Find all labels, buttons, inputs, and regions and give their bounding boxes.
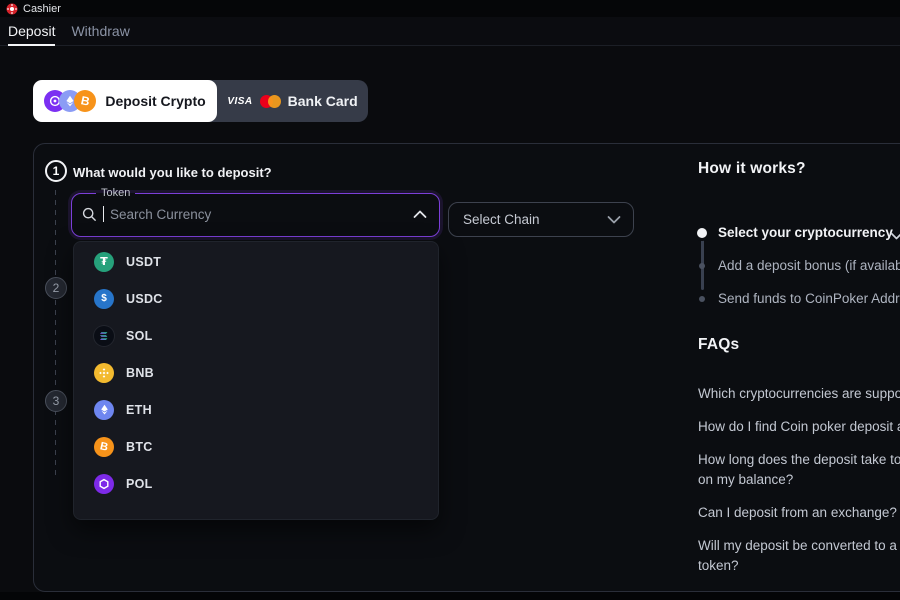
search-icon	[82, 207, 97, 222]
token-option[interactable]: B BTC	[74, 428, 438, 465]
chevron-down-icon	[890, 228, 900, 246]
bitcoin-icon: B	[94, 437, 114, 457]
step-1-indicator: 1	[45, 160, 67, 182]
token-symbol: SOL	[126, 329, 153, 343]
token-search-input[interactable]	[110, 207, 405, 222]
token-option[interactable]: ₮ USDT	[74, 243, 438, 280]
tether-icon: ₮	[94, 252, 114, 272]
how-it-works-step-label: Add a deposit bonus (if available)	[718, 258, 900, 273]
token-symbol: POL	[126, 477, 153, 491]
token-search-field[interactable]: Token	[71, 187, 440, 237]
window-titlebar: Cashier	[0, 0, 900, 17]
faq-question[interactable]: Which cryptocurrencies are supported?	[698, 384, 900, 404]
step-1-number: 1	[53, 164, 60, 178]
how-it-works-step-label: Send funds to CoinPoker Address	[718, 291, 900, 306]
deposit-crypto-button[interactable]: B Deposit Crypto	[33, 80, 217, 122]
how-it-works-step[interactable]: Send funds to CoinPoker Address	[698, 282, 900, 315]
tab-deposit-label: Deposit	[8, 23, 55, 39]
how-it-works-step[interactable]: Select your cryptocurrency	[698, 216, 900, 249]
token-option[interactable]: ETH	[74, 391, 438, 428]
how-it-works-step-label: Select your cryptocurrency	[718, 225, 893, 240]
faq-question-line: How long does the deposit take to show	[698, 450, 900, 470]
active-tab-underline	[8, 44, 55, 46]
token-symbol: BTC	[126, 440, 153, 454]
bnb-icon	[94, 363, 114, 383]
step-2-number: 2	[53, 281, 60, 295]
faq-question-line: Can I deposit from an exchange?	[698, 503, 900, 523]
faq-question-line: How do I find Coin poker deposit address…	[698, 417, 900, 437]
deposit-method-toggle: B Deposit Crypto VISA Bank Card	[33, 80, 368, 122]
token-option[interactable]: POL	[74, 465, 438, 502]
faq-question[interactable]: How long does the deposit take to showon…	[698, 450, 900, 490]
bitcoin-coin-icon: B	[74, 90, 96, 112]
step-3-number: 3	[53, 394, 60, 408]
chain-select-label: Select Chain	[463, 212, 540, 227]
bottom-strip	[0, 592, 900, 600]
step-3-indicator: 3	[45, 390, 67, 412]
token-dropdown-list: ₮ USDT $ USDC SOL BNB ETH B BTC POL	[73, 241, 439, 520]
faq-question-line: Which cryptocurrencies are supported?	[698, 384, 900, 404]
text-cursor	[103, 206, 104, 222]
timeline-dot	[699, 296, 705, 302]
token-option[interactable]: $ USDC	[74, 280, 438, 317]
token-symbol: USDT	[126, 255, 161, 269]
tab-withdraw-label: Withdraw	[71, 23, 129, 39]
faq-question-line: token?	[698, 556, 900, 576]
faq-question[interactable]: How do I find Coin poker deposit address…	[698, 417, 900, 437]
chain-select[interactable]: Select Chain	[448, 202, 634, 237]
faq-question[interactable]: Can I deposit from an exchange?	[698, 503, 900, 523]
timeline-dot	[699, 263, 705, 269]
how-it-works-title: How it works?	[698, 160, 900, 178]
visa-logo-icon: VISA	[227, 96, 252, 107]
crypto-coins-icon: B	[44, 90, 96, 112]
tab-bar: Deposit Withdraw	[0, 17, 900, 46]
coinpoker-logo-icon	[6, 3, 18, 15]
faqs-title: FAQs	[698, 336, 900, 354]
how-it-works-section: How it works? Select your cryptocurrency…	[698, 160, 900, 315]
window-title: Cashier	[23, 3, 61, 15]
chevron-up-icon	[413, 210, 427, 219]
faq-question[interactable]: Will my deposit be converted to atoken?	[698, 536, 900, 576]
token-symbol: ETH	[126, 403, 152, 417]
step-2-indicator: 2	[45, 277, 67, 299]
collapse-token-list-button[interactable]	[411, 208, 429, 221]
faq-question-line: on my balance?	[698, 470, 900, 490]
bank-card-label: Bank Card	[288, 93, 358, 109]
faq-question-line: Will my deposit be converted to a	[698, 536, 900, 556]
timeline-dot	[697, 228, 707, 238]
deposit-crypto-label: Deposit Crypto	[105, 93, 205, 109]
cashier-window: Cashier Deposit Withdraw	[0, 0, 900, 600]
polygon-icon	[94, 474, 114, 494]
ethereum-icon	[94, 400, 114, 420]
bank-card-button[interactable]: VISA Bank Card	[217, 80, 368, 122]
step-1-question: What would you like to deposit?	[73, 165, 272, 180]
usd-coin-icon: $	[94, 289, 114, 309]
chevron-down-icon	[607, 215, 621, 224]
faqs-section: FAQs Which cryptocurrencies are supporte…	[698, 336, 900, 589]
token-symbol: BNB	[126, 366, 154, 380]
token-symbol: USDC	[126, 292, 163, 306]
how-it-works-step[interactable]: Add a deposit bonus (if available)	[698, 249, 900, 282]
mastercard-logo-icon	[260, 95, 281, 108]
solana-icon	[94, 326, 114, 346]
step-connector-line	[55, 190, 56, 478]
deposit-panel: 1 2 3 What would you like to deposit? To…	[33, 143, 900, 592]
tab-withdraw[interactable]: Withdraw	[63, 17, 137, 45]
tab-deposit[interactable]: Deposit	[0, 17, 63, 45]
token-field-label: Token	[96, 187, 135, 199]
token-option[interactable]: SOL	[74, 317, 438, 354]
token-option[interactable]: BNB	[74, 354, 438, 391]
